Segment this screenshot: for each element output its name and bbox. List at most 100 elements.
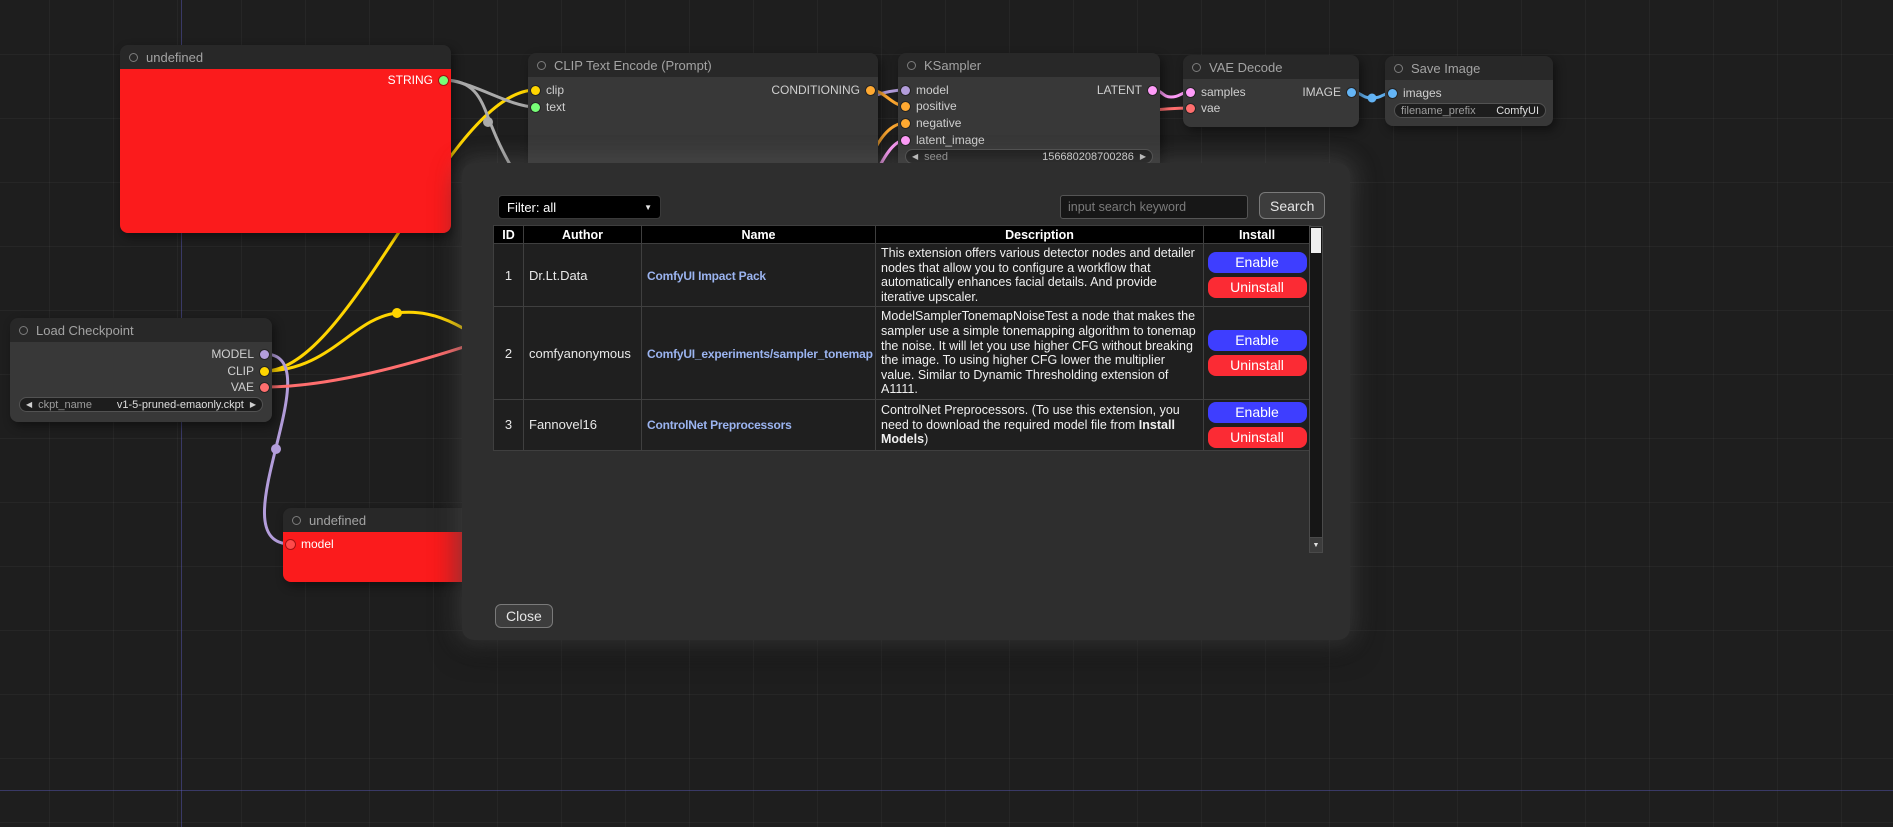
filter-select-value: Filter: all <box>507 200 556 215</box>
node-status-dot-icon[interactable] <box>292 516 301 525</box>
extension-link[interactable]: ComfyUI_experiments/sampler_tonemap <box>647 347 873 361</box>
scrollbar-down-button[interactable]: ▼ <box>1310 537 1322 552</box>
node-status-dot-icon[interactable] <box>19 326 28 335</box>
node-status-dot-icon[interactable] <box>129 53 138 62</box>
node-title-bar[interactable]: undefined <box>120 45 451 69</box>
node-status-dot-icon[interactable] <box>1192 63 1201 72</box>
node-title: undefined <box>309 513 366 528</box>
node-title: Save Image <box>1411 61 1480 76</box>
input-dot-negative[interactable] <box>901 119 910 128</box>
link-midpoint-dot[interactable] <box>483 117 493 127</box>
decrement-arrow-icon[interactable]: ◀ <box>912 153 918 161</box>
node-title-bar[interactable]: CLIP Text Encode (Prompt) <box>528 53 878 77</box>
output-dot-image[interactable] <box>1347 88 1356 97</box>
node-editor-canvas[interactable]: undefined STRING CLIP Text Encode (Promp… <box>0 0 1893 827</box>
output-dot-model[interactable] <box>260 350 269 359</box>
output-dot-conditioning[interactable] <box>866 86 875 95</box>
node-vae-decode[interactable]: VAE Decode samples vae IMAGE <box>1183 55 1359 127</box>
input-dot-samples[interactable] <box>1186 88 1195 97</box>
output-dot-vae[interactable] <box>260 383 269 392</box>
node-title-bar[interactable]: Save Image <box>1385 56 1553 80</box>
input-dot-positive[interactable] <box>901 102 910 111</box>
cell-description: This extension offers various detector n… <box>876 244 1204 307</box>
custom-nodes-manager-dialog: Filter: all ▼ Search ID Author Name Desc… <box>462 163 1350 640</box>
widget-name: filename_prefix <box>1401 105 1476 117</box>
table-row: 1 Dr.Lt.Data ComfyUI Impact Pack This ex… <box>494 244 1311 307</box>
extensions-table: ID Author Name Description Install 1 Dr.… <box>493 225 1311 451</box>
ckpt-name-widget[interactable]: ◀ ckpt_name v1-5-pruned-emaonly.ckpt ▶ <box>19 397 263 412</box>
output-slot-string: STRING <box>388 73 448 87</box>
node-title: CLIP Text Encode (Prompt) <box>554 58 712 73</box>
filter-select[interactable]: Filter: all ▼ <box>498 195 661 219</box>
increment-arrow-icon[interactable]: ▶ <box>250 401 256 409</box>
search-input[interactable] <box>1060 195 1248 219</box>
header-description: Description <box>876 226 1204 244</box>
table-row: 2 comfyanonymous ComfyUI_experiments/sam… <box>494 307 1311 400</box>
node-title: undefined <box>146 50 203 65</box>
widget-value: 156680208700286 <box>1042 151 1134 163</box>
enable-button[interactable]: Enable <box>1208 402 1307 423</box>
output-slot-image: IMAGE <box>1302 85 1356 99</box>
input-slot-negative: negative <box>901 116 961 130</box>
filename-prefix-widget[interactable]: filename_prefix ComfyUI <box>1394 103 1546 118</box>
input-dot-text[interactable] <box>531 103 540 112</box>
extension-link[interactable]: ControlNet Preprocessors <box>647 418 792 432</box>
input-slot-model: model <box>901 83 949 97</box>
input-slot-images: images <box>1388 86 1442 100</box>
node-undefined-primitive[interactable]: undefined STRING <box>120 45 451 233</box>
widget-name: ckpt_name <box>38 399 92 411</box>
cell-install: Enable Uninstall <box>1204 399 1311 450</box>
output-slot-model: MODEL <box>211 347 269 361</box>
widget-value: v1-5-pruned-emaonly.ckpt <box>117 399 244 411</box>
close-button[interactable]: Close <box>495 604 553 628</box>
input-dot-latent-image[interactable] <box>901 136 910 145</box>
cell-name: ComfyUI Impact Pack <box>642 244 876 307</box>
node-status-dot-icon[interactable] <box>907 61 916 70</box>
table-header-row: ID Author Name Description Install <box>494 226 1311 244</box>
extension-link[interactable]: ComfyUI Impact Pack <box>647 269 766 283</box>
node-title-bar[interactable]: VAE Decode <box>1183 55 1359 79</box>
output-dot-string[interactable] <box>439 76 448 85</box>
decrement-arrow-icon[interactable]: ◀ <box>26 401 32 409</box>
node-status-dot-icon[interactable] <box>537 61 546 70</box>
input-slot-positive: positive <box>901 99 957 113</box>
scrollbar-thumb[interactable] <box>1311 228 1321 253</box>
cell-install: Enable Uninstall <box>1204 307 1311 400</box>
output-slot-latent: LATENT <box>1097 83 1157 97</box>
input-slot-vae: vae <box>1186 101 1220 115</box>
enable-button[interactable]: Enable <box>1208 252 1307 273</box>
increment-arrow-icon[interactable]: ▶ <box>1140 153 1146 161</box>
output-slot-conditioning: CONDITIONING <box>771 83 875 97</box>
enable-button[interactable]: Enable <box>1208 330 1307 351</box>
node-title: VAE Decode <box>1209 60 1282 75</box>
input-slot-clip: clip <box>531 83 564 97</box>
input-dot-model[interactable] <box>901 86 910 95</box>
search-button[interactable]: Search <box>1259 192 1325 219</box>
cell-author: Dr.Lt.Data <box>524 244 642 307</box>
input-dot-clip[interactable] <box>531 86 540 95</box>
output-dot-clip[interactable] <box>260 367 269 376</box>
input-dot-images[interactable] <box>1388 89 1397 98</box>
uninstall-button[interactable]: Uninstall <box>1208 277 1307 298</box>
output-slot-clip: CLIP <box>227 364 269 378</box>
cell-id: 2 <box>494 307 524 400</box>
output-dot-latent[interactable] <box>1148 86 1157 95</box>
link-midpoint-dot[interactable] <box>392 308 402 318</box>
seed-widget[interactable]: ◀ seed 156680208700286 ▶ <box>905 149 1153 164</box>
uninstall-button[interactable]: Uninstall <box>1208 355 1307 376</box>
header-author: Author <box>524 226 642 244</box>
arrow-down-icon: ▼ <box>1313 542 1320 549</box>
uninstall-button[interactable]: Uninstall <box>1208 427 1307 448</box>
node-title-bar[interactable]: Load Checkpoint <box>10 318 272 342</box>
node-status-dot-icon[interactable] <box>1394 64 1403 73</box>
cell-description: ControlNet Preprocessors. (To use this e… <box>876 399 1204 450</box>
node-save-image[interactable]: Save Image images filename_prefix ComfyU… <box>1385 56 1553 126</box>
link-midpoint-dot[interactable] <box>271 444 281 454</box>
header-name: Name <box>642 226 876 244</box>
node-title-bar[interactable]: KSampler <box>898 53 1160 77</box>
input-dot-model[interactable] <box>286 540 295 549</box>
link-midpoint-dot[interactable] <box>1368 94 1377 103</box>
input-dot-vae[interactable] <box>1186 104 1195 113</box>
node-load-checkpoint[interactable]: Load Checkpoint MODEL CLIP VAE ◀ ckpt_na… <box>10 318 272 422</box>
table-scrollbar[interactable]: ▼ <box>1309 226 1323 553</box>
